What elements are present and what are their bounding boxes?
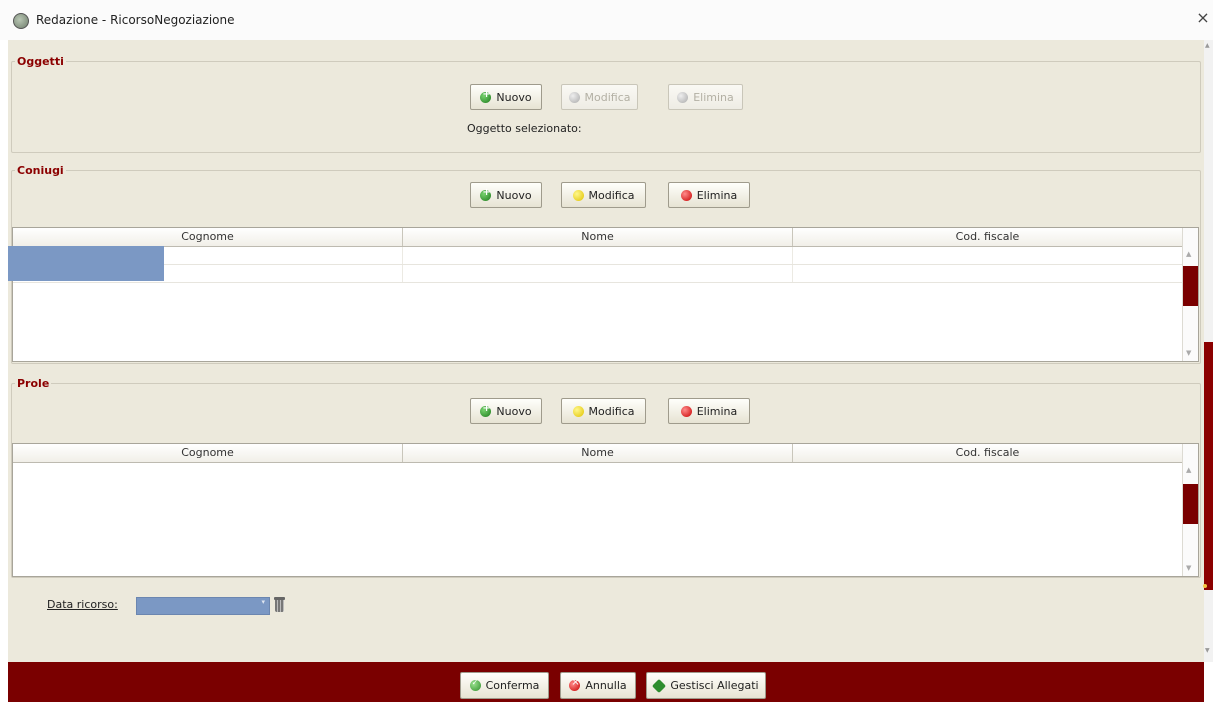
attachment-icon <box>653 680 665 692</box>
conferma-label: Conferma <box>485 679 540 692</box>
cancel-red-icon <box>569 677 581 691</box>
app-emblem-icon <box>13 13 29 29</box>
oggetto-selezionato-label: Oggetto selezionato: <box>467 122 582 135</box>
dialog-content: Oggetti Nuovo Modifica Elimina Coniugi N… <box>8 40 1204 662</box>
edit-disabled-icon <box>568 91 580 103</box>
add-green-icon <box>480 89 492 103</box>
trash-icon[interactable] <box>274 597 285 612</box>
prole-col-cod-fiscale[interactable]: Cod. fiscale <box>793 444 1183 462</box>
prole-table: Cognome Nome Cod. fiscale ▲ ▼ <box>12 443 1199 577</box>
coniugi-modifica-label: Modifica <box>588 188 635 202</box>
gestisci-allegati-button[interactable]: Gestisci Allegati <box>646 672 766 699</box>
coniugi-modifica-button[interactable]: Modifica <box>561 182 646 208</box>
prole-col-nome[interactable]: Nome <box>403 444 793 462</box>
window-title: Redazione - RicorsoNegoziazione <box>36 13 235 27</box>
gestisci-allegati-label: Gestisci Allegati <box>670 679 759 692</box>
oggetti-modifica-button[interactable]: Modifica <box>561 84 638 110</box>
title-bar: Redazione - RicorsoNegoziazione × <box>0 0 1213 40</box>
oggetti-nuovo-button[interactable]: Nuovo <box>470 84 542 110</box>
annulla-label: Annulla <box>585 679 627 692</box>
delete-red-icon <box>680 405 692 417</box>
scroll-down-icon[interactable]: ▼ <box>1205 647 1210 654</box>
table-row[interactable] <box>13 265 1183 283</box>
conferma-button[interactable]: Conferma <box>460 672 549 699</box>
prole-modifica-button[interactable]: Modifica <box>561 398 646 424</box>
scroll-up-icon[interactable]: ▲ <box>1186 466 1191 474</box>
selected-row-highlight[interactable] <box>8 246 164 281</box>
prole-nuovo-button[interactable]: Nuovo <box>470 398 542 424</box>
coniugi-nuovo-label: Nuovo <box>496 188 532 202</box>
coniugi-legend: Coniugi <box>15 164 66 177</box>
coniugi-nuovo-button[interactable]: Nuovo <box>470 182 542 208</box>
coniugi-col-nome[interactable]: Nome <box>403 228 793 246</box>
scroll-up-icon[interactable]: ▲ <box>1186 250 1191 258</box>
table-row[interactable] <box>13 247 1183 265</box>
scroll-up-icon[interactable]: ▲ <box>1205 42 1210 49</box>
coniugi-col-cognome[interactable]: Cognome <box>13 228 403 246</box>
oggetti-elimina-button[interactable]: Elimina <box>668 84 743 110</box>
resize-marker <box>1203 584 1207 588</box>
delete-red-icon <box>680 189 692 201</box>
prole-table-header: Cognome Nome Cod. fiscale <box>13 444 1183 463</box>
prole-elimina-label: Elimina <box>696 404 738 418</box>
data-ricorso-label: Data ricorso: <box>47 598 118 611</box>
add-green-icon <box>480 403 492 417</box>
coniugi-table: Cognome Nome Cod. fiscale ▲ ▼ <box>12 227 1199 362</box>
oggetti-legend: Oggetti <box>15 55 66 68</box>
prole-elimina-button[interactable]: Elimina <box>668 398 750 424</box>
oggetti-nuovo-label: Nuovo <box>496 90 532 104</box>
close-icon[interactable]: × <box>1194 8 1212 27</box>
prole-scrollbar[interactable]: ▲ ▼ <box>1182 444 1198 576</box>
edit-yellow-icon <box>572 189 584 201</box>
delete-disabled-icon <box>677 91 689 103</box>
oggetti-modifica-label: Modifica <box>584 90 631 104</box>
calendar-dropdown-icon[interactable]: ▾ <box>261 598 265 606</box>
scroll-down-icon[interactable]: ▼ <box>1186 564 1191 572</box>
coniugi-col-cod-fiscale[interactable]: Cod. fiscale <box>793 228 1183 246</box>
footer-bar: Conferma Annulla Gestisci Allegati <box>8 662 1204 702</box>
prole-nuovo-label: Nuovo <box>496 404 532 418</box>
coniugi-table-header: Cognome Nome Cod. fiscale <box>13 228 1183 247</box>
coniugi-scrollbar[interactable]: ▲ ▼ <box>1182 228 1198 361</box>
prole-legend: Prole <box>15 377 52 390</box>
oggetti-elimina-label: Elimina <box>693 90 734 104</box>
dialog-scrollbar[interactable]: ▲ ▼ <box>1203 40 1213 662</box>
add-green-icon <box>480 187 492 201</box>
coniugi-scroll-thumb[interactable] <box>1183 266 1198 306</box>
data-ricorso-input[interactable]: ▾ <box>136 597 270 615</box>
check-green-icon <box>469 678 481 691</box>
prole-modifica-label: Modifica <box>588 404 635 418</box>
dialog-scroll-thumb[interactable] <box>1204 342 1213 590</box>
coniugi-elimina-label: Elimina <box>696 188 738 202</box>
coniugi-elimina-button[interactable]: Elimina <box>668 182 750 208</box>
scroll-down-icon[interactable]: ▼ <box>1186 349 1191 357</box>
edit-yellow-icon <box>572 405 584 417</box>
annulla-button[interactable]: Annulla <box>560 672 636 699</box>
prole-scroll-thumb[interactable] <box>1183 484 1198 524</box>
prole-col-cognome[interactable]: Cognome <box>13 444 403 462</box>
